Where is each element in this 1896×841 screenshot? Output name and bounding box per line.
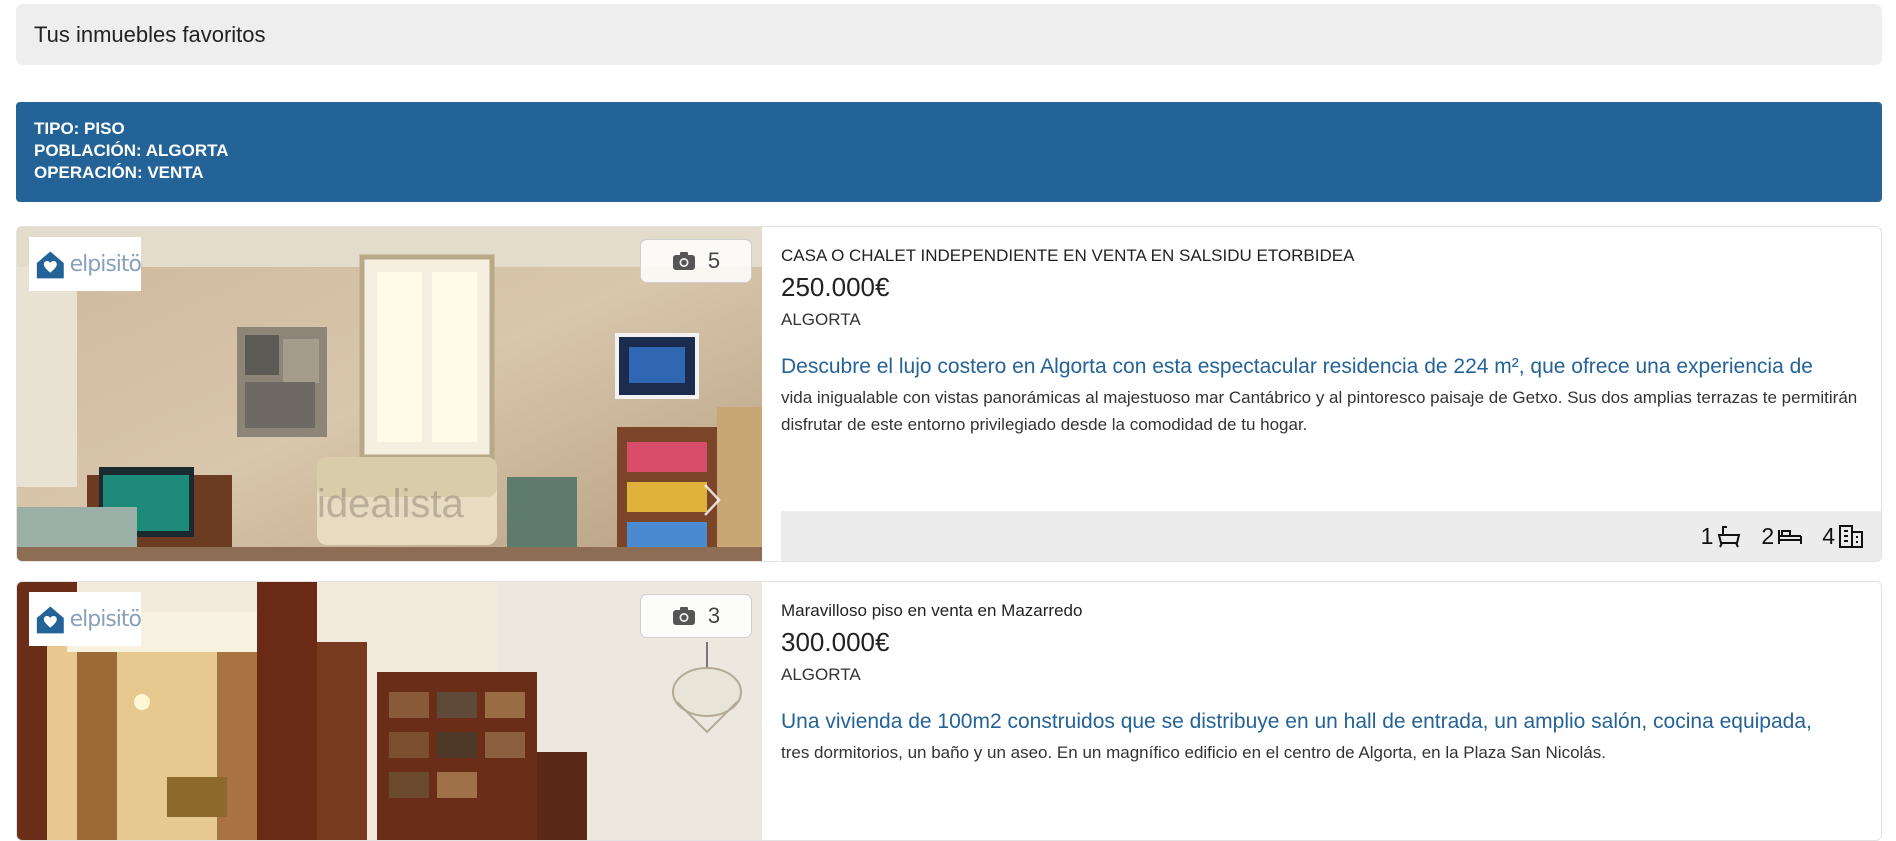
listing-card[interactable]: idealista elpisitö 5 CASA O CHALET INDEP… xyxy=(16,226,1882,562)
house-heart-icon xyxy=(36,606,64,634)
chevron-right-icon[interactable] xyxy=(702,482,722,518)
bed-icon xyxy=(1778,530,1803,544)
listing-description: tres dormitorios, un baño y un aseo. En … xyxy=(781,743,1606,762)
floor-feature: 4 xyxy=(1822,523,1865,550)
filter-operation: OPERACIÓN: VENTA xyxy=(34,163,204,182)
listing-photo[interactable]: idealista elpisitö 5 xyxy=(17,227,762,561)
filter-type: TIPO: PISO xyxy=(34,119,125,138)
listing-price: 250.000€ xyxy=(781,272,890,302)
site-logo: elpisitö xyxy=(29,592,142,646)
listing-photo[interactable]: elpisitö 3 xyxy=(17,582,762,840)
camera-icon xyxy=(672,607,695,625)
bedrooms-feature: 2 xyxy=(1761,523,1804,550)
page-header: Tus inmuebles favoritos xyxy=(16,4,1882,65)
listing-city: ALGORTA xyxy=(781,310,861,329)
page-title: Tus inmuebles favoritos xyxy=(34,21,266,47)
floor-number: 4 xyxy=(1822,522,1835,549)
bedrooms-count: 2 xyxy=(1761,522,1775,549)
listing-title[interactable]: CASA O CHALET INDEPENDIENTE EN VENTA EN … xyxy=(781,246,1354,266)
building-icon xyxy=(1839,525,1863,548)
idealista-watermark: idealista xyxy=(317,482,465,526)
listing-title[interactable]: Maravilloso piso en venta en Mazarredo xyxy=(781,601,1082,621)
bathrooms-count: 1 xyxy=(1700,522,1714,549)
listing-city: ALGORTA xyxy=(781,665,861,684)
search-filters-summary: TIPO: PISO POBLACIÓN: ALGORTA OPERACIÓN:… xyxy=(16,102,1882,202)
photo-count: 5 xyxy=(707,248,721,273)
camera-icon xyxy=(672,252,695,270)
photo-count-badge[interactable]: 3 xyxy=(640,594,752,638)
listing-description: vida inigualable con vistas panorámicas … xyxy=(781,388,1858,434)
listing-price: 300.000€ xyxy=(781,627,890,657)
logo-text: elpisitö xyxy=(69,606,142,632)
listing-lead-text[interactable]: Descubre el lujo costero en Algorta con … xyxy=(781,355,1813,379)
listing-info: Maravilloso piso en venta en Mazarredo 3… xyxy=(781,582,1881,840)
logo-text: elpisitö xyxy=(69,251,142,277)
listing-features: 1 2 4 xyxy=(781,511,1881,561)
site-logo: elpisitö xyxy=(29,237,142,291)
bathtub-icon xyxy=(1718,526,1741,548)
bathrooms-feature: 1 xyxy=(1701,523,1744,550)
listing-lead-text[interactable]: Una vivienda de 100m2 construidos que se… xyxy=(781,710,1812,734)
photo-count: 3 xyxy=(707,603,721,628)
listing-card[interactable]: elpisitö 3 Maravilloso piso en venta en … xyxy=(16,581,1882,841)
house-heart-icon xyxy=(36,251,64,279)
photo-count-badge[interactable]: 5 xyxy=(640,239,752,283)
filter-town: POBLACIÓN: ALGORTA xyxy=(34,141,229,160)
